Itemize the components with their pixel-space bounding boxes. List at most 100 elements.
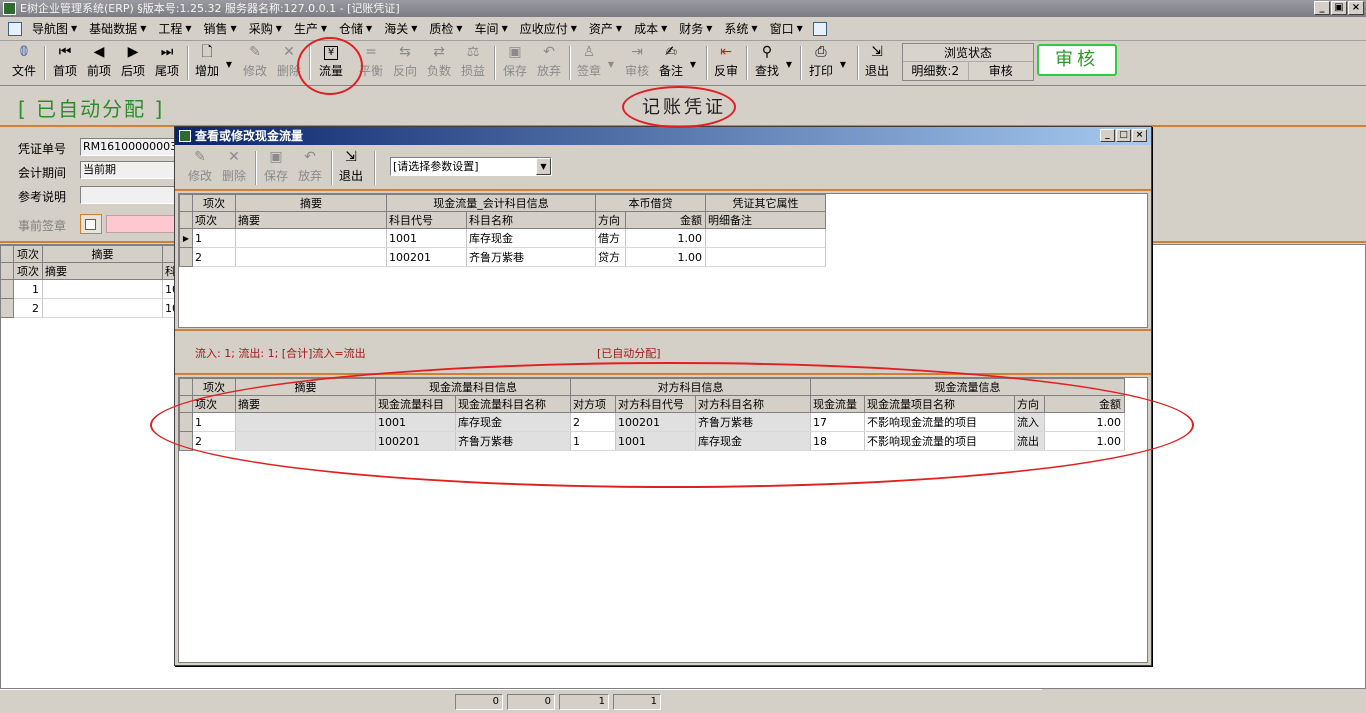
next-record-button[interactable]: ▶ 后项 bbox=[118, 44, 148, 82]
flow-summary-text: 流入: 1; 流出: 1; [合计]流入=流出 bbox=[195, 347, 366, 360]
profit-loss-button[interactable]: ⚖ 损益 bbox=[458, 44, 488, 82]
table-row[interactable]: 2 10 bbox=[0, 298, 180, 318]
prev-icon: ◀ bbox=[93, 44, 105, 60]
presign-field[interactable] bbox=[106, 215, 176, 233]
presign-checkbox[interactable] bbox=[85, 219, 96, 230]
undo-icon: ↶ bbox=[304, 149, 316, 165]
menu-finance[interactable]: 财务 ▼ bbox=[673, 17, 718, 41]
add-button[interactable]: 🗋 增加 ▼ bbox=[192, 44, 232, 82]
delete-button[interactable]: ✕ 删除 bbox=[274, 44, 304, 82]
balance-icon: = bbox=[365, 44, 377, 60]
discard-button[interactable]: ↶ 放弃 bbox=[534, 44, 564, 82]
next-icon: ▶ bbox=[127, 44, 139, 60]
balance-button[interactable]: = 平衡 bbox=[356, 44, 386, 82]
menu-warehouse[interactable]: 仓储 ▼ bbox=[333, 17, 378, 41]
negative-button[interactable]: ⇄ 负数 bbox=[424, 44, 454, 82]
flow-status-text: [已自动分配] bbox=[597, 347, 661, 360]
period-label: 会计期间 bbox=[18, 166, 67, 180]
browse-status-panel: 浏览状态 明细数:2 审核 bbox=[902, 43, 1034, 81]
binoculars-icon: ⚲ bbox=[761, 44, 773, 60]
dialog-edit-button[interactable]: ✎ 修改 bbox=[185, 149, 215, 187]
review-icon: ⇥ bbox=[631, 44, 643, 60]
dialog-minimize-button[interactable]: _ bbox=[1100, 129, 1115, 142]
reverse-button[interactable]: ⇆ 反向 bbox=[390, 44, 420, 82]
window-title: E树企业管理系统(ERP) §版本号:1.25.32 服务器名称:127.0.0… bbox=[20, 2, 400, 15]
menu-purchase[interactable]: 采购 ▼ bbox=[243, 17, 288, 41]
cashflow-info-grid: 项次 摘要 现金流量科目信息 对方科目信息 现金流量信息 项次 摘要 现金流量科… bbox=[178, 377, 1148, 663]
yen-icon: ¥ bbox=[324, 46, 338, 60]
restore-button[interactable]: ▣ bbox=[1331, 1, 1347, 15]
print-button[interactable]: ⎙ 打印 ▼ bbox=[806, 44, 846, 82]
last-icon: ⏭ bbox=[160, 44, 174, 60]
presign-label: 事前签章 bbox=[18, 219, 67, 233]
menu-customs[interactable]: 海关 ▼ bbox=[378, 17, 423, 41]
dialog-toolbar: ✎ 修改 ✕ 删除 ▣ 保存 ↶ 放弃 ⇲ 退出 [请选择参数设置] ▼ bbox=[175, 147, 1151, 187]
dialog-exit-button[interactable]: ⇲ 退出 bbox=[336, 149, 366, 187]
app-icon bbox=[3, 2, 16, 15]
param-settings-select[interactable]: [请选择参数设置] ▼ bbox=[390, 157, 552, 176]
footer-cell: 0 bbox=[507, 694, 555, 710]
table-row[interactable]: 1 10 bbox=[0, 279, 180, 299]
exit-door-icon: ⇲ bbox=[871, 44, 883, 60]
voucher-detail-grid: 项次 摘要 项次 摘要科 1 10 2 10 bbox=[0, 245, 180, 318]
printer-icon: ⎙ bbox=[815, 44, 827, 60]
table-row[interactable]: 1 1001 库存现金 2 100201 齐鲁万紫巷 17 不影响现金流量的项目… bbox=[179, 412, 1125, 432]
menu-basic-data[interactable]: 基础数据 ▼ bbox=[83, 17, 152, 41]
minimize-button[interactable]: _ bbox=[1314, 1, 1330, 15]
state-value: 审核 bbox=[988, 64, 1013, 78]
menu-cost[interactable]: 成本 ▼ bbox=[628, 17, 673, 41]
menu-engineering[interactable]: 工程 ▼ bbox=[152, 17, 197, 41]
dialog-discard-button[interactable]: ↶ 放弃 bbox=[295, 149, 325, 187]
dialog-maximize-button[interactable]: □ bbox=[1116, 129, 1131, 142]
review-button[interactable]: ⇥ 审核 bbox=[622, 44, 652, 82]
table-row[interactable]: 2 100201 齐鲁万紫巷 1 1001 库存现金 18 不影响现金流量的项目… bbox=[179, 431, 1125, 451]
status-footer: 0 0 1 1 bbox=[0, 689, 1042, 713]
voucher-number-field[interactable]: RM16100000003 bbox=[80, 138, 177, 156]
menu-window[interactable]: 窗口 ▼ bbox=[764, 17, 809, 41]
note-button[interactable]: ✍ 备注 ▼ bbox=[656, 44, 696, 82]
sign-button[interactable]: ♙ 签章 ▼ bbox=[574, 44, 614, 82]
edit-button[interactable]: ✎ 修改 bbox=[240, 44, 270, 82]
prev-record-button[interactable]: ◀ 前项 bbox=[84, 44, 114, 82]
save-button[interactable]: ▣ 保存 bbox=[500, 44, 530, 82]
voucher-title: 记账凭证 bbox=[642, 97, 726, 118]
menu-system[interactable]: 系统 ▼ bbox=[718, 17, 763, 41]
footer-cell: 0 bbox=[455, 694, 503, 710]
delete-icon: ✕ bbox=[283, 44, 295, 60]
file-button[interactable]: 𝟘 文件 bbox=[8, 44, 40, 82]
find-button[interactable]: ⚲ 查找 ▼ bbox=[752, 44, 792, 82]
dialog-titlebar: 查看或修改现金流量 _ □ × bbox=[175, 127, 1151, 145]
reference-field[interactable] bbox=[80, 186, 176, 204]
dialog-close-button[interactable]: × bbox=[1132, 129, 1147, 142]
last-record-button[interactable]: ⏭ 尾项 bbox=[152, 44, 182, 82]
unreview-button[interactable]: ⇤ 反审 bbox=[711, 44, 741, 82]
app-menu-icon[interactable] bbox=[8, 21, 22, 36]
first-record-button[interactable]: ⏮ 首项 bbox=[50, 44, 80, 82]
menu-qc[interactable]: 质检 ▼ bbox=[423, 17, 468, 41]
footer-cell: 1 bbox=[613, 694, 661, 710]
dialog-delete-button[interactable]: ✕ 删除 bbox=[219, 149, 249, 187]
cashflow-dialog: 查看或修改现金流量 _ □ × ✎ 修改 ✕ 删除 ▣ 保存 ↶ 放弃 ⇲ 退出 [请选择… bbox=[174, 126, 1152, 666]
menu-production[interactable]: 生产 ▼ bbox=[288, 17, 333, 41]
cashflow-button[interactable]: ¥ 流量 bbox=[315, 44, 347, 82]
period-field[interactable]: 当前期 bbox=[80, 161, 176, 179]
note-icon: ✍ bbox=[665, 44, 677, 60]
accounting-info-grid: 项次 摘要 现金流量_会计科目信息 本币借贷 凭证其它属性 项次 摘要 科目代号… bbox=[178, 193, 1148, 328]
menu-assets[interactable]: 资产 ▼ bbox=[583, 17, 628, 41]
edit-icon: ✎ bbox=[194, 149, 206, 165]
menu-workshop[interactable]: 车间 ▼ bbox=[469, 17, 514, 41]
reference-label: 参考说明 bbox=[18, 190, 67, 204]
negative-icon: ⇄ bbox=[433, 44, 445, 60]
dialog-save-button[interactable]: ▣ 保存 bbox=[261, 149, 291, 187]
close-button[interactable]: × bbox=[1348, 1, 1364, 15]
table-row[interactable]: ▶ 1 1001 库存现金 借方 1.00 bbox=[179, 228, 826, 248]
user-stamp-icon: ♙ bbox=[582, 44, 596, 60]
chevron-down-icon[interactable]: ▼ bbox=[536, 158, 551, 175]
exit-button[interactable]: ⇲ 退出 bbox=[862, 44, 892, 82]
menu-receivable-payable[interactable]: 应收应付 ▼ bbox=[514, 17, 583, 41]
menu-navigator[interactable]: 导航图 ▼ bbox=[26, 17, 83, 41]
menu-sales[interactable]: 销售 ▼ bbox=[198, 17, 243, 41]
table-row[interactable]: 2 100201 齐鲁万紫巷 贷方 1.00 bbox=[179, 247, 826, 267]
profit-loss-icon: ⚖ bbox=[466, 44, 480, 60]
window-layout-icon[interactable] bbox=[812, 21, 827, 36]
